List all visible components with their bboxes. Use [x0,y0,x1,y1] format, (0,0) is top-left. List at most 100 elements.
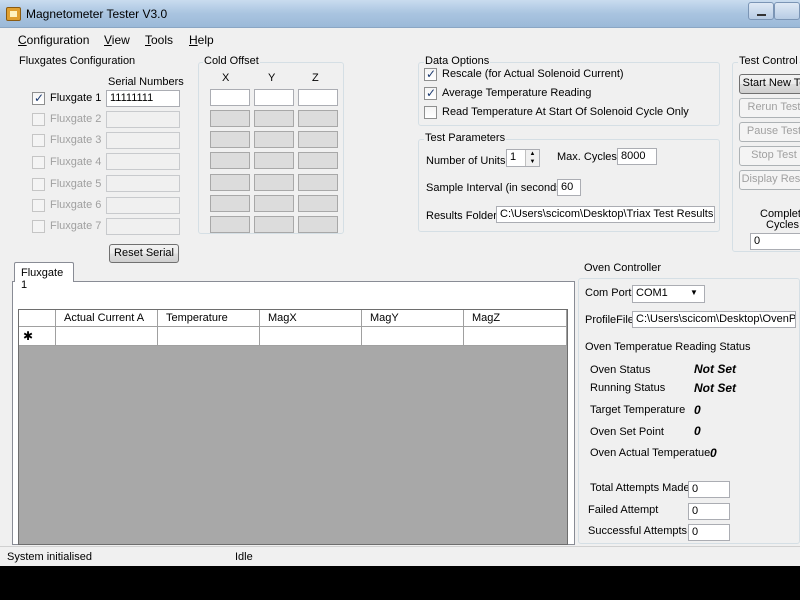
fluxgate-7-checkbox[interactable] [32,220,45,233]
average-temp-checkbox[interactable] [424,86,437,100]
fluxgate-7-serial-input[interactable] [106,218,180,235]
max-cycles-input[interactable]: 8000 [617,148,657,165]
cold-offset-y-3[interactable] [254,131,294,148]
fluxgate-2-serial-input[interactable] [106,111,180,128]
grid-col-magx[interactable]: MagX [260,310,362,327]
cold-offset-x-1[interactable] [210,89,250,106]
grid-cell-new-magz[interactable] [464,327,567,346]
maximize-button[interactable] [774,2,800,20]
cold-offset-x-header: X [222,72,230,84]
cold-offset-x-2[interactable] [210,110,250,127]
cold-offset-y-2[interactable] [254,110,294,127]
start-new-test-button[interactable]: Start New Te [739,74,800,94]
cold-offset-y-6[interactable] [254,195,294,212]
test-control-label: Test Control [738,55,799,67]
cold-offset-y-1[interactable] [254,89,294,106]
grid-cell-new-actual-current[interactable] [56,327,158,346]
minimize-button[interactable] [748,2,774,20]
fluxgate-2-checkbox[interactable] [32,113,45,126]
menu-configuration[interactable]: Configuration [18,33,89,47]
cold-offset-x-6[interactable] [210,195,250,212]
new-row-marker-icon[interactable]: ✱ [19,327,56,346]
cold-offset-z-1[interactable] [298,89,338,106]
fluxgate-1-serial-input[interactable]: 11111111 [106,90,180,107]
menu-help[interactable]: Help [189,33,214,47]
fluxgate-5-serial-input[interactable] [106,175,180,192]
rescale-checkbox[interactable] [424,67,437,81]
serial-numbers-header: Serial Numbers [108,76,184,88]
grid-col-magz[interactable]: MagZ [464,310,567,327]
tab-fluxgate-1[interactable]: Fluxgate 1 [14,262,74,291]
cold-offset-z-3[interactable] [298,131,338,148]
grid-cell-new-magy[interactable] [362,327,464,346]
rerun-test-button[interactable]: Rerun Test [739,98,800,118]
target-temperature-label: Target Temperature [590,404,686,416]
fluxgate-3-label: Fluxgate 3 [50,134,102,146]
spin-down-icon[interactable]: ▼ [525,158,539,166]
fluxgate-7-label: Fluxgate 7 [50,220,102,232]
app-icon [6,7,21,21]
cold-offset-x-3[interactable] [210,131,250,148]
cold-offset-y-5[interactable] [254,174,294,191]
cold-offset-x-5[interactable] [210,174,250,191]
failed-attempt-input[interactable]: 0 [688,503,730,520]
completed-cycles-input[interactable]: 0 [750,233,800,250]
oven-actual-temp-value: 0 [710,446,717,460]
oven-status-value: Not Set [694,362,736,376]
sample-interval-label: Sample Interval (in seconds) [426,182,566,194]
cold-offset-z-6[interactable] [298,195,338,212]
pause-test-button[interactable]: Pause Test [739,122,800,142]
test-parameters-label: Test Parameters [424,132,507,144]
read-temp-start-checkbox[interactable] [424,106,437,119]
fluxgate-6-serial-input[interactable] [106,197,180,214]
profile-file-input[interactable]: C:\Users\scicom\Desktop\OvenPro [632,311,796,328]
cold-offset-z-7[interactable] [298,216,338,233]
cold-offset-x-4[interactable] [210,152,250,169]
fluxgate-4-serial-input[interactable] [106,153,180,170]
status-bar [0,546,800,566]
grid-col-actual-current[interactable]: Actual Current A [56,310,158,327]
completed-cycles-label-2: Cycles [766,219,800,231]
grid-row-header-corner [19,310,56,327]
cold-offset-label: Cold Offset [203,55,260,67]
fluxgate-3-checkbox[interactable] [32,134,45,147]
grid-cell-new-magx[interactable] [260,327,362,346]
display-results-button[interactable]: Display Resu [739,170,800,190]
cold-offset-y-4[interactable] [254,152,294,169]
results-folder-input[interactable]: C:\Users\scicom\Desktop\Triax Test Resul… [496,206,715,223]
fluxgate-4-checkbox[interactable] [32,156,45,169]
cold-offset-x-7[interactable] [210,216,250,233]
reset-serial-button[interactable]: Reset Serial [109,244,179,263]
results-folder-label: Results Folder [426,210,497,222]
cold-offset-y-7[interactable] [254,216,294,233]
grid-col-temperature[interactable]: Temperature [158,310,260,327]
average-temp-label: Average Temperature Reading [442,87,592,99]
fluxgate-3-serial-input[interactable] [106,132,180,149]
successful-attempts-label: Successful Attempts [588,525,688,537]
grid-cell-new-temperature[interactable] [158,327,260,346]
sample-interval-input[interactable]: 60 [557,179,581,196]
max-cycles-label: Max. Cycles [557,151,617,163]
failed-attempt-label: Failed Attempt [588,504,659,516]
running-status-value: Not Set [694,381,736,395]
chevron-down-icon[interactable]: ▼ [690,288,698,297]
cold-offset-z-2[interactable] [298,110,338,127]
grid-col-magy[interactable]: MagY [362,310,464,327]
menu-tools[interactable]: Tools [145,33,173,47]
fluxgate-2-label: Fluxgate 2 [50,113,102,125]
fluxgate-5-checkbox[interactable] [32,178,45,191]
com-port-value: COM1 [636,287,668,299]
successful-attempts-input[interactable]: 0 [688,524,730,541]
spin-up-icon[interactable]: ▲ [525,150,539,158]
oven-set-point-value: 0 [694,424,701,438]
stop-test-button[interactable]: Stop Test [739,146,800,166]
fluxgate-6-checkbox[interactable] [32,199,45,212]
menu-view[interactable]: View [104,33,130,47]
total-attempts-input[interactable]: 0 [688,481,730,498]
fluxgate-1-checkbox[interactable] [32,91,45,105]
cold-offset-z-5[interactable] [298,174,338,191]
oven-actual-temp-label: Oven Actual Temperatue [590,447,711,459]
cold-offset-y-header: Y [268,72,276,84]
title-bar[interactable]: Magnetometer Tester V3.0 [0,0,800,28]
cold-offset-z-4[interactable] [298,152,338,169]
